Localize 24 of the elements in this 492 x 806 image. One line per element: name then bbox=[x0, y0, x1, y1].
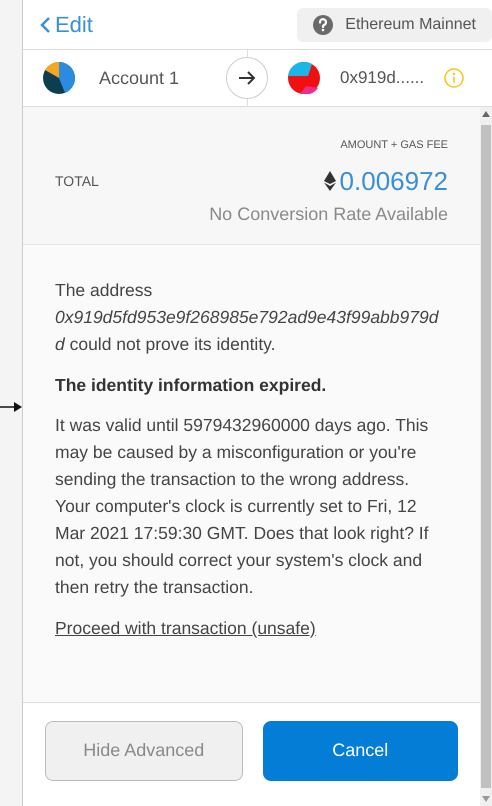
scroll-up-icon[interactable] bbox=[482, 111, 490, 117]
warning-paragraph: It was valid until 5979432960000 days ago. This may be caused by a misconfiguration or you're sending the transaction to the wrong address. Your computer's clock is currently set to Fri, 12 Mar 2021 17:59:30 GMT. Does that look right? If not, you should correct your system's clock and then retry the transaction. bbox=[55, 414, 430, 599]
warning-paragraph: The address 0x919d5fd953e9f268985e792ad9e43f99abb979dd could not prove its identity. bbox=[55, 279, 440, 356]
total-amount: 0.006972 bbox=[340, 164, 448, 198]
from-account-name: Account 1 bbox=[99, 66, 180, 90]
scrollbar-thumb[interactable] bbox=[481, 125, 491, 788]
conversion-rate: No Conversion Rate Available bbox=[209, 202, 448, 226]
warning-heading: The identity information expired. bbox=[55, 374, 328, 397]
network-button[interactable]: Ethereum Mainnet bbox=[297, 8, 492, 42]
arrow-icon bbox=[0, 401, 22, 413]
ether-icon bbox=[324, 171, 336, 191]
scroll-down-icon[interactable] bbox=[482, 796, 490, 802]
info-icon bbox=[444, 68, 464, 88]
back-button[interactable]: Edit bbox=[39, 8, 93, 41]
proceed-link[interactable]: Proceed with transaction (unsafe) bbox=[55, 615, 316, 642]
amount-caption: AMOUNT + GAS FEE bbox=[340, 138, 448, 153]
help-icon bbox=[313, 14, 334, 34]
account-avatar-icon bbox=[43, 62, 75, 94]
recipient-avatar-icon bbox=[288, 62, 320, 94]
total-label: TOTAL bbox=[55, 172, 99, 190]
hide-advanced-button[interactable]: Hide Advanced bbox=[45, 720, 242, 780]
chevron-left-icon bbox=[39, 16, 51, 34]
recipient-address: 0x919d...... bbox=[340, 67, 424, 90]
cancel-button[interactable]: Cancel bbox=[262, 720, 458, 780]
